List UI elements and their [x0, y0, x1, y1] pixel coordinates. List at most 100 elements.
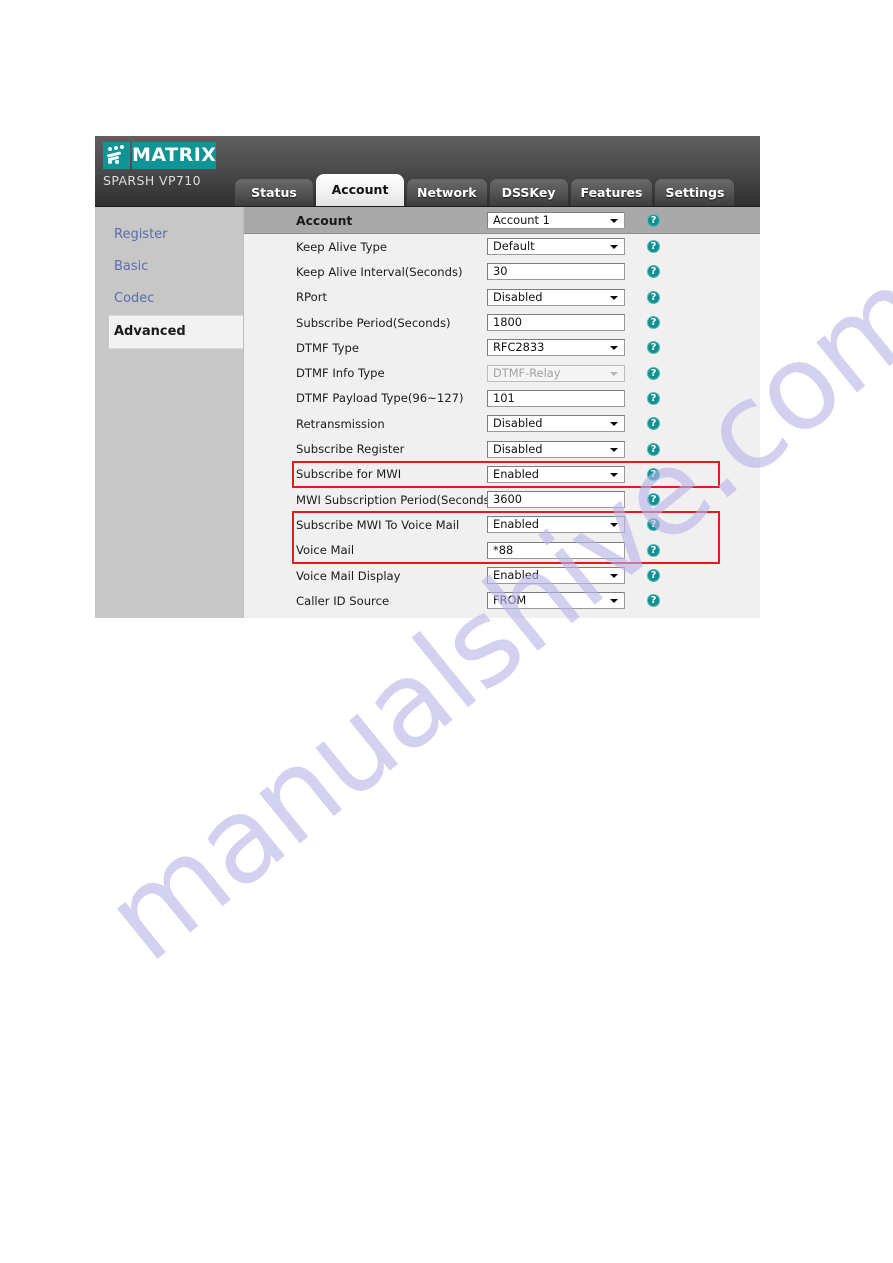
help-icon[interactable]: ?: [647, 366, 660, 380]
settings-form: Account Account 1? Keep Alive Type Default?…: [243, 207, 760, 618]
row-label-voice-mail: Voice Mail: [296, 543, 355, 558]
row-label-dtmf-payload-type-96-127: DTMF Payload Type(96~127): [296, 391, 464, 406]
select-subscribe-for-mwi[interactable]: Enabled: [487, 465, 625, 483]
tab-features[interactable]: Features: [570, 179, 653, 206]
form-row-caller-id-source: Caller ID Source FROM?: [244, 588, 760, 613]
select-voice-mail-display[interactable]: Enabled: [487, 567, 625, 584]
field-value: 1800: [493, 315, 522, 330]
help-icon[interactable]: ?: [647, 316, 660, 330]
input-dtmf-payload-type-96-127[interactable]: 101: [487, 389, 625, 407]
input-subscribe-period-seconds[interactable]: 1800: [487, 314, 625, 332]
sidebar: Register Basic Codec Advanced: [95, 207, 243, 618]
field-value: 30: [493, 264, 508, 279]
field-value: *88: [493, 542, 514, 557]
form-row-dtmf-type: DTMF Type RFC2833?: [244, 335, 760, 360]
select-keep-alive-type[interactable]: Default: [487, 238, 625, 256]
help-icon[interactable]: ?: [647, 569, 660, 582]
row-label-keep-alive-interval-seconds: Keep Alive Interval(Seconds): [296, 264, 463, 279]
help-icon[interactable]: ?: [647, 213, 660, 227]
row-label-dtmf-type: DTMF Type: [296, 340, 359, 355]
input-voice-mail[interactable]: *88: [487, 541, 625, 559]
row-label-rport: RPort: [296, 290, 328, 305]
form-row-keep-alive-interval-seconds: Keep Alive Interval(Seconds) 30?: [244, 259, 760, 284]
help-icon[interactable]: ?: [647, 442, 660, 456]
help-icon[interactable]: ?: [647, 240, 660, 254]
row-label-dtmf-info-type: DTMF Info Type: [296, 366, 385, 381]
form-row-keep-alive-type: Keep Alive Type Default?: [244, 234, 760, 259]
help-icon[interactable]: ?: [647, 265, 660, 279]
chevron-down-icon: [610, 218, 618, 223]
row-label-keep-alive-type: Keep Alive Type: [296, 239, 388, 254]
form-row-account: Account Account 1?: [244, 207, 760, 234]
tab-dsskey[interactable]: DSSKey: [489, 179, 568, 206]
select-dtmf-info-type: DTMF-Relay: [487, 364, 625, 382]
chevron-down-icon: [610, 472, 618, 477]
row-label-voice-mail-display: Voice Mail Display: [296, 568, 401, 583]
form-row-subscribe-for-mwi: Subscribe for MWI Enabled?: [244, 462, 760, 487]
tab-status[interactable]: Status: [235, 179, 313, 206]
tab-settings[interactable]: Settings: [655, 179, 735, 206]
help-icon[interactable]: ?: [647, 290, 660, 304]
help-icon[interactable]: ?: [647, 417, 660, 431]
row-label-subscribe-register: Subscribe Register: [296, 442, 405, 457]
field-value: 101: [493, 390, 515, 405]
input-keep-alive-interval-seconds[interactable]: 30: [487, 263, 625, 281]
field-value: Disabled: [493, 441, 543, 456]
device-web-ui-screenshot: MATRIX SPARSH VP710 Status Account Network…: [95, 136, 760, 618]
sidebar-item-codec[interactable]: Codec: [95, 283, 243, 315]
select-caller-id-source[interactable]: FROM: [487, 592, 625, 610]
help-icon[interactable]: ?: [647, 493, 660, 507]
sidebar-item-register[interactable]: Register: [95, 219, 243, 251]
row-label-account: Account: [296, 212, 353, 228]
chevron-down-icon: [610, 447, 618, 452]
sidebar-item-basic[interactable]: Basic: [95, 251, 243, 283]
form-row-mwi-subscription-period-seconds: MWI Subscription Period(Seconds) 3600?: [244, 487, 760, 512]
form-row-subscribe-period-seconds: Subscribe Period(Seconds) 1800?: [244, 310, 760, 335]
select-subscribe-register[interactable]: Disabled: [487, 440, 625, 458]
select-subscribe-mwi-to-voice-mail[interactable]: Enabled: [487, 516, 625, 534]
sidebar-item-advanced[interactable]: Advanced: [109, 315, 243, 349]
help-icon[interactable]: ?: [647, 594, 660, 608]
field-value: Enabled: [493, 568, 540, 582]
field-value: Account 1: [493, 212, 550, 227]
chevron-down-icon: [610, 523, 618, 528]
chevron-down-icon: [610, 245, 618, 250]
form-row-retransmission: Retransmission Disabled?: [244, 411, 760, 436]
help-icon[interactable]: ?: [647, 518, 660, 532]
brand-name: MATRIX: [132, 142, 217, 169]
field-value: FROM: [493, 593, 527, 608]
input-mwi-subscription-period-seconds[interactable]: 3600: [487, 491, 625, 509]
form-row-subscribe-mwi-to-voice-mail: Subscribe MWI To Voice Mail Enabled?: [244, 512, 760, 537]
form-row-rport: RPort Disabled?: [244, 285, 760, 310]
brand-logo: MATRIX: [103, 142, 217, 169]
help-icon[interactable]: ?: [647, 467, 660, 481]
help-icon[interactable]: ?: [647, 341, 660, 355]
row-label-subscribe-period-seconds: Subscribe Period(Seconds): [296, 315, 451, 330]
select-rport[interactable]: Disabled: [487, 288, 625, 306]
help-icon[interactable]: ?: [647, 391, 660, 405]
chevron-down-icon: [610, 599, 618, 604]
field-value: Disabled: [493, 416, 543, 431]
tab-account[interactable]: Account: [316, 174, 404, 206]
help-icon[interactable]: ?: [647, 543, 660, 557]
select-dtmf-type[interactable]: RFC2833: [487, 339, 625, 357]
matrix-dots-icon: [103, 142, 130, 169]
row-label-subscribe-mwi-to-voice-mail: Subscribe MWI To Voice Mail: [296, 517, 460, 532]
select-account[interactable]: Account 1: [487, 211, 625, 229]
field-value: Default: [493, 239, 535, 254]
main-tabs: Status Account Network DSSKey Features Settin…: [235, 174, 760, 206]
field-value: Enabled: [493, 517, 540, 532]
form-row-subscribe-register: Subscribe Register Disabled?: [244, 436, 760, 461]
row-label-retransmission: Retransmission: [296, 416, 385, 431]
field-value: 3600: [493, 492, 522, 507]
tab-network[interactable]: Network: [407, 179, 487, 206]
chevron-down-icon: [610, 422, 618, 427]
form-row-voice-mail-display: Voice Mail Display Enabled?: [244, 563, 760, 588]
form-row-dtmf-payload-type-96-127: DTMF Payload Type(96~127) 101?: [244, 386, 760, 411]
select-retransmission[interactable]: Disabled: [487, 415, 625, 433]
field-value: DTMF-Relay: [493, 365, 561, 380]
row-label-caller-id-source: Caller ID Source: [296, 593, 390, 608]
form-row-dtmf-info-type: DTMF Info Type DTMF-Relay?: [244, 360, 760, 385]
row-label-subscribe-for-mwi: Subscribe for MWI: [296, 467, 402, 482]
row-label-mwi-subscription-period-seconds: MWI Subscription Period(Seconds): [296, 492, 495, 507]
